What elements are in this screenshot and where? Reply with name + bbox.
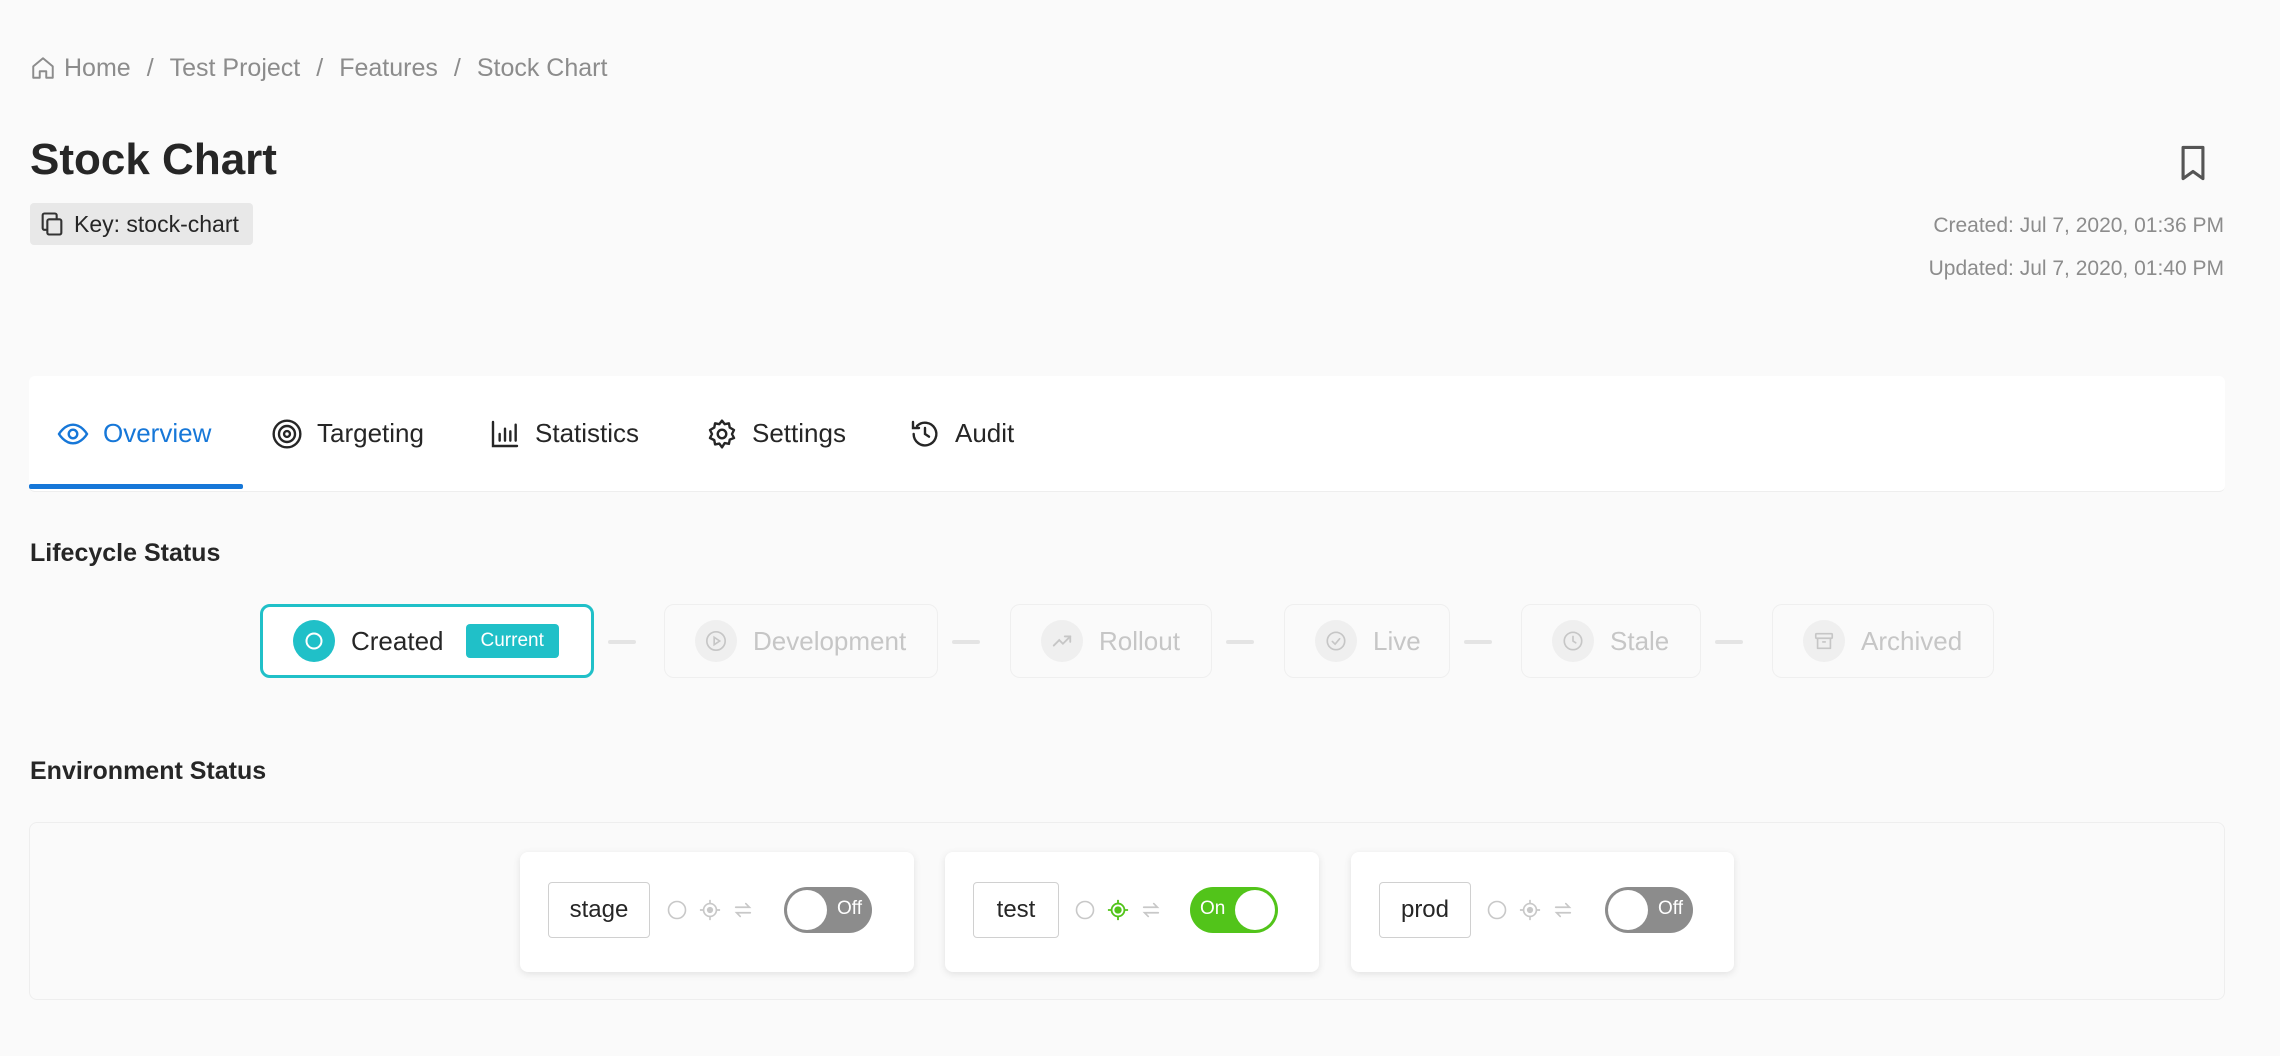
tab-label: Settings xyxy=(752,418,846,448)
breadcrumb: Home / Test Project / Features / Stock C… xyxy=(30,48,607,88)
stage-connector xyxy=(952,640,980,644)
swap-icon xyxy=(1140,899,1162,921)
environment-name[interactable]: prod xyxy=(1379,882,1471,938)
stage-label: Created xyxy=(351,625,444,656)
breadcrumb-home[interactable]: Home xyxy=(30,54,131,83)
lifecycle-stage-created[interactable]: Created Current xyxy=(260,604,594,678)
page-title: Stock Chart xyxy=(30,135,277,184)
stage-label: Live xyxy=(1373,625,1421,656)
stage-connector xyxy=(1464,640,1492,644)
current-badge: Current xyxy=(465,624,559,658)
environment-toggle[interactable]: Off xyxy=(784,887,872,933)
tab-label: Overview xyxy=(103,418,212,448)
feature-key-tag[interactable]: Key: stock-chart xyxy=(30,203,253,245)
environment-toggle[interactable]: Off xyxy=(1605,887,1693,933)
created-timestamp: Created: Jul 7, 2020, 01:36 PM xyxy=(1933,214,2224,237)
target-icon xyxy=(271,418,303,450)
lifecycle-stage-development[interactable]: Development xyxy=(664,604,938,678)
tab-statistics[interactable]: Statistics xyxy=(489,376,639,491)
feature-key-label: Key: stock-chart xyxy=(74,210,239,237)
check-circle-icon xyxy=(1315,620,1357,662)
active-tab-indicator xyxy=(29,484,243,489)
toggle-label: On xyxy=(1200,898,1226,919)
tab-bar: Overview Targeting Statistics Settings A… xyxy=(29,376,2225,492)
lifecycle-stage-archived[interactable]: Archived xyxy=(1772,604,1994,678)
breadcrumb-label: Home xyxy=(64,53,131,82)
home-icon xyxy=(30,55,56,81)
swap-icon xyxy=(732,899,754,921)
lifecycle-section-title: Lifecycle Status xyxy=(30,539,221,567)
status-circle-icon xyxy=(1486,899,1508,921)
clock-icon xyxy=(1552,620,1594,662)
stage-connector xyxy=(1226,640,1254,644)
tab-label: Audit xyxy=(955,418,1015,448)
stage-connector xyxy=(1715,640,1743,644)
environment-toggle[interactable]: On xyxy=(1190,887,1278,933)
toggle-label: Off xyxy=(837,898,862,919)
stage-label: Stale xyxy=(1610,625,1670,656)
toggle-knob xyxy=(787,890,827,930)
bar-chart-icon xyxy=(489,418,521,450)
toggle-knob xyxy=(1235,890,1275,930)
breadcrumb-project[interactable]: Test Project xyxy=(170,54,301,83)
breadcrumb-current: Stock Chart xyxy=(476,53,608,82)
stage-label: Rollout xyxy=(1099,625,1180,656)
environment-name[interactable]: stage xyxy=(548,882,650,938)
stage-label: Development xyxy=(753,625,907,656)
targeting-icon xyxy=(1107,899,1129,921)
bookmark-icon[interactable] xyxy=(2176,144,2210,182)
tab-label: Targeting xyxy=(317,418,424,448)
environment-card-test: test On xyxy=(945,852,1319,972)
targeting-icon xyxy=(1519,899,1541,921)
environment-name[interactable]: test xyxy=(973,882,1059,938)
breadcrumb-separator: / xyxy=(146,53,154,82)
tab-settings[interactable]: Settings xyxy=(706,376,846,491)
play-icon xyxy=(695,620,737,662)
lifecycle-stage-rollout[interactable]: Rollout xyxy=(1010,604,1212,678)
stage-connector xyxy=(608,640,636,644)
history-icon xyxy=(909,418,941,450)
eye-icon xyxy=(57,418,89,450)
gear-icon xyxy=(706,418,738,450)
lifecycle-stage-live[interactable]: Live xyxy=(1284,604,1450,678)
copy-icon[interactable] xyxy=(38,210,66,238)
circle-icon xyxy=(293,620,335,662)
breadcrumb-separator: / xyxy=(453,53,461,82)
environment-section-title: Environment Status xyxy=(30,757,267,785)
tab-label: Statistics xyxy=(535,418,640,448)
stage-label: Archived xyxy=(1861,625,1963,656)
environment-card-stage: stage Off xyxy=(520,852,914,972)
status-circle-icon xyxy=(666,899,688,921)
targeting-icon xyxy=(699,899,721,921)
tab-overview[interactable]: Overview xyxy=(57,376,211,491)
tab-targeting[interactable]: Targeting xyxy=(271,376,424,491)
updated-timestamp: Updated: Jul 7, 2020, 01:40 PM xyxy=(1928,257,2224,280)
breadcrumb-separator: / xyxy=(316,53,324,82)
toggle-label: Off xyxy=(1658,898,1683,919)
environment-card-prod: prod Off xyxy=(1351,852,1734,972)
archive-icon xyxy=(1803,620,1845,662)
trend-up-icon xyxy=(1041,620,1083,662)
tab-audit[interactable]: Audit xyxy=(909,376,1014,491)
swap-icon xyxy=(1552,899,1574,921)
toggle-knob xyxy=(1608,890,1648,930)
breadcrumb-features[interactable]: Features xyxy=(339,54,438,83)
lifecycle-stage-stale[interactable]: Stale xyxy=(1521,604,1701,678)
status-circle-icon xyxy=(1074,899,1096,921)
